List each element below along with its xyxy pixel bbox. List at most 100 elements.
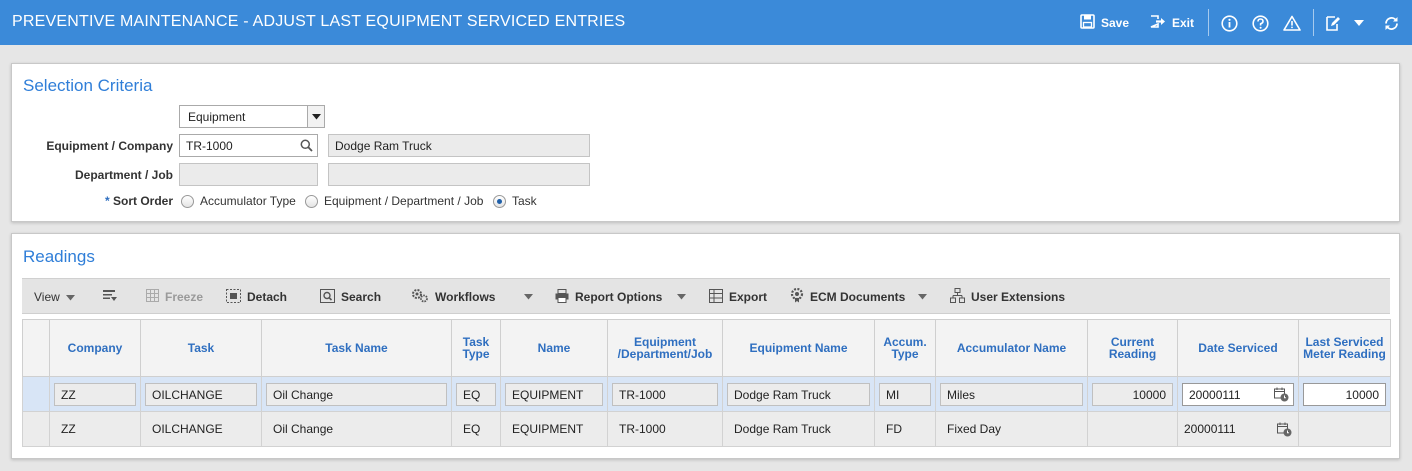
accum-type-cell[interactable]: MI [874, 376, 936, 412]
equipment-name-cell[interactable]: Dodge Ram Truck [722, 411, 875, 447]
company-cell[interactable]: ZZ [49, 411, 141, 447]
equipment-name-field: Dodge Ram Truck [328, 134, 590, 157]
date-serviced-input[interactable]: 20000111 [1182, 382, 1294, 406]
equipment-name-cell[interactable]: Dodge Ram Truck [722, 376, 875, 412]
edit-note-icon[interactable] [1322, 13, 1342, 33]
date-serviced-cell[interactable]: 20000111 [1177, 376, 1299, 412]
date-serviced-cell[interactable]: 20000111 [1177, 411, 1299, 447]
sort-order-label-text: Sort Order [112, 194, 173, 208]
column-header-company[interactable]: Company [49, 319, 141, 377]
search-icon[interactable] [300, 139, 313, 155]
equipment-field[interactable]: TR-1000 [179, 134, 318, 157]
column-header-current-reading[interactable]: Current Reading [1087, 319, 1178, 377]
sort-radio-accumulator-type[interactable]: Accumulator Type [181, 194, 296, 208]
last-serviced-input[interactable]: 10000 [1303, 382, 1386, 406]
row-selector[interactable] [22, 376, 50, 412]
view-menu[interactable]: View [34, 289, 75, 305]
type-select[interactable]: Equipment [179, 105, 325, 128]
task-name-input: Oil Change [266, 382, 447, 406]
user-extensions-button[interactable]: User Extensions [950, 288, 1065, 305]
report-options-label: Report Options [575, 290, 663, 304]
radio-label: Equipment / Department / Job [324, 194, 484, 208]
table-row[interactable]: ZZ OILCHANGE Oil Change EQ EQUIPMENT TR-… [22, 411, 1391, 447]
column-header-equipment-name[interactable]: Equipment Name [722, 319, 875, 377]
sort-radio-task[interactable]: Task [493, 194, 537, 208]
column-header-date-serviced[interactable]: Date Serviced [1177, 319, 1299, 377]
name-cell[interactable]: EQUIPMENT [500, 376, 608, 412]
info-icon[interactable] [1219, 13, 1239, 33]
last-serviced-cell[interactable] [1298, 411, 1391, 447]
equipment-cell[interactable]: TR-1000 [607, 376, 723, 412]
ecm-documents-button[interactable]: ECM Documents [790, 287, 905, 305]
last-serviced-cell[interactable]: 10000 [1298, 376, 1391, 412]
calendar-icon[interactable] [1277, 422, 1292, 440]
filter-button[interactable] [102, 289, 118, 305]
current-reading-cell[interactable] [1087, 411, 1178, 447]
name-cell[interactable]: EQUIPMENT [500, 411, 608, 447]
export-button[interactable]: Export [709, 288, 768, 306]
exit-icon [1150, 14, 1166, 32]
task-name-cell[interactable]: Oil Change [261, 376, 452, 412]
current-reading-cell[interactable]: 10000 [1087, 376, 1178, 412]
chevron-down-icon[interactable] [307, 106, 324, 127]
freeze-button[interactable]: Freeze [146, 289, 203, 305]
search-button[interactable]: Search [320, 288, 381, 305]
table-header-row: Company Task Task Name Task Type Name Eq… [22, 319, 1391, 377]
equipment-cell[interactable]: TR-1000 [607, 411, 723, 447]
equipment-name-value: Dodge Ram Truck [734, 422, 831, 436]
company-input: ZZ [54, 382, 136, 406]
equipment-field-value: TR-1000 [186, 139, 233, 153]
accum-type-input: MI [879, 382, 931, 406]
department-field[interactable] [179, 163, 318, 186]
title-bar: PREVENTIVE MAINTENANCE - ADJUST LAST EQU… [0, 0, 1412, 45]
accum-type-cell[interactable]: FD [874, 411, 936, 447]
warning-icon[interactable] [1282, 13, 1302, 33]
workflows-button[interactable]: Workflows [411, 289, 495, 305]
task-type-cell[interactable]: EQ [451, 411, 501, 447]
radio-circle[interactable] [305, 194, 318, 208]
equipment-input: TR-1000 [612, 382, 718, 406]
company-cell[interactable]: ZZ [49, 376, 141, 412]
radio-circle-selected[interactable] [493, 194, 506, 208]
column-header-equipment[interactable]: Equipment /Department/Job [607, 319, 723, 377]
help-icon[interactable] [1250, 13, 1270, 33]
export-icon [709, 288, 723, 306]
table-row[interactable]: ZZ OILCHANGE Oil Change EQ EQUIPMENT TR-… [22, 376, 1391, 412]
task-input: OILCHANGE [145, 382, 257, 406]
chevron-down-icon[interactable] [1349, 13, 1369, 33]
column-header-last-serviced[interactable]: Last Serviced Meter Reading [1298, 319, 1391, 377]
accum-type-value: FD [886, 422, 902, 436]
column-header-accumulator-name[interactable]: Accumulator Name [935, 319, 1088, 377]
sort-radio-equipment-department-job[interactable]: Equipment / Department / Job [305, 194, 483, 208]
task-cell[interactable]: OILCHANGE [140, 376, 262, 412]
task-cell[interactable]: OILCHANGE [140, 411, 262, 447]
task-type-cell[interactable]: EQ [451, 376, 501, 412]
accumulator-name-cell[interactable]: Fixed Day [935, 411, 1088, 447]
task-type-value: EQ [463, 422, 481, 436]
column-header-task-name[interactable]: Task Name [261, 319, 452, 377]
report-options-button[interactable]: Report Options [555, 288, 663, 305]
calendar-icon[interactable] [1274, 387, 1289, 405]
company-value: ZZ [61, 422, 76, 436]
save-button[interactable]: Save [1080, 13, 1129, 33]
refresh-icon[interactable] [1381, 13, 1401, 33]
column-header-task-type[interactable]: Task Type [451, 319, 501, 377]
exit-button[interactable]: Exit [1150, 13, 1194, 33]
freeze-label: Freeze [165, 290, 204, 304]
name-value: EQUIPMENT [512, 422, 584, 436]
save-label: Save [1101, 16, 1130, 30]
radio-circle[interactable] [181, 194, 194, 208]
accumulator-name-cell[interactable]: Miles [935, 376, 1088, 412]
column-header-task[interactable]: Task [140, 319, 262, 377]
chevron-down-icon[interactable] [915, 289, 929, 305]
export-label: Export [729, 290, 768, 304]
column-header-name[interactable]: Name [500, 319, 608, 377]
chevron-down-icon[interactable] [521, 289, 535, 305]
row-selector[interactable] [22, 411, 50, 447]
chevron-down-icon[interactable] [674, 289, 688, 305]
equipment-value: TR-1000 [619, 422, 666, 436]
task-name-cell[interactable]: Oil Change [261, 411, 452, 447]
detach-label: Detach [247, 290, 288, 304]
detach-button[interactable]: Detach [226, 288, 288, 305]
column-header-accum-type[interactable]: Accum. Type [874, 319, 936, 377]
